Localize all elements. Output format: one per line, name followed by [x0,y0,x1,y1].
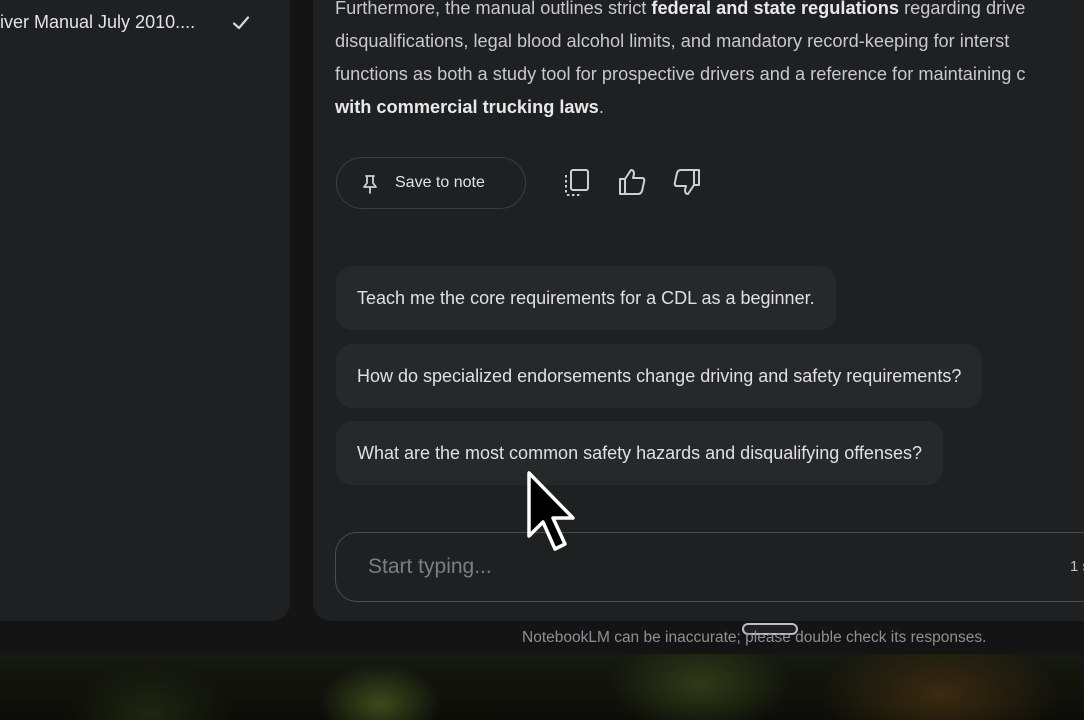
chat-input-placeholder[interactable]: Start typing... [368,555,492,579]
answer-emphasis-regulations: federal and state regulations [651,0,900,18]
answer-message: Furthermore, the manual outlines strict … [335,0,1084,124]
source-item[interactable]: iver Manual July 2010.... [0,12,290,32]
notebooklm-app: iver Manual July 2010.... Furthermore, t… [0,0,1084,654]
sources-panel [0,0,290,621]
suggestion-chip-2[interactable]: How do specialized endorsements change d… [336,344,983,408]
chat-input-box[interactable]: Start typing... 1 s [335,532,1084,602]
suggestion-chip-1[interactable]: Teach me the core requirements for a CDL… [336,266,836,330]
save-to-note-button[interactable]: Save to note [336,157,526,209]
answer-line-4: with commercial trucking laws. [335,97,604,117]
mouse-pointer-icon [527,471,575,551]
answer-emphasis-trucking-laws: with commercial trucking laws [335,97,599,117]
disclaimer-text: NotebookLM can be inaccurate; please dou… [522,629,987,646]
save-to-note-label: Save to note [395,174,485,191]
suggestion-chip-3[interactable]: What are the most common safety hazards … [336,421,943,485]
check-icon[interactable] [230,12,252,34]
answer-line-2: disqualifications, legal blood alcohol l… [335,31,1010,51]
copy-icon[interactable] [562,166,592,198]
thumbs-down-icon[interactable] [672,166,702,198]
answer-line-1: Furthermore, the manual outlines strict … [335,0,1026,18]
source-title: iver Manual July 2010.... [0,12,196,32]
source-count-label: 1 s [1070,558,1084,575]
thumbs-up-icon[interactable] [617,166,647,198]
pin-icon [363,175,377,194]
answer-line-3: functions as both a study tool for prosp… [335,64,1026,84]
desktop-wallpaper [0,654,1084,720]
